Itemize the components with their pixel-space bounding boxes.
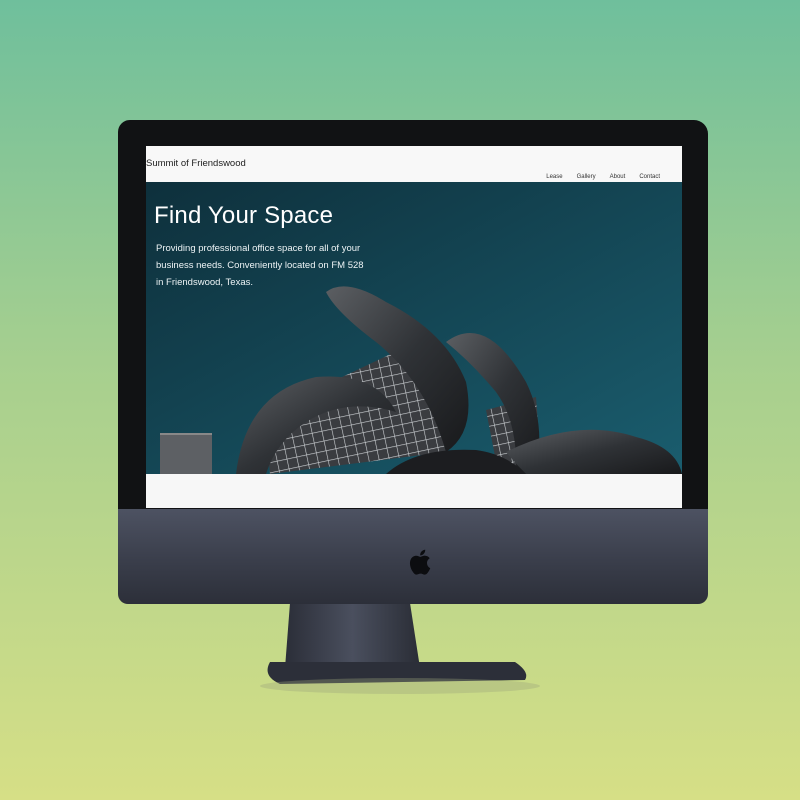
nav-link-contact[interactable]: Contact [639, 174, 660, 180]
nav-link-about[interactable]: About [610, 174, 626, 180]
hero-title: Find Your Space [154, 202, 334, 229]
hero-description: Providing professional office space for … [156, 243, 364, 288]
nav-link-gallery[interactable]: Gallery [577, 174, 596, 180]
mockup-stage: Summit of Friendswood Lease Gallery Abou… [0, 0, 800, 800]
content-section [146, 474, 682, 508]
nav-link-lease[interactable]: Lease [546, 174, 562, 180]
website-screen: Summit of Friendswood Lease Gallery Abou… [146, 146, 682, 508]
nav-menu: Lease Gallery About Contact [546, 174, 660, 180]
site-brand[interactable]: Summit of Friendswood [146, 158, 246, 169]
apple-icon [409, 549, 431, 575]
hero-section: Find Your Space Providing professional o… [146, 182, 682, 474]
site-navbar: Summit of Friendswood Lease Gallery Abou… [146, 146, 682, 183]
